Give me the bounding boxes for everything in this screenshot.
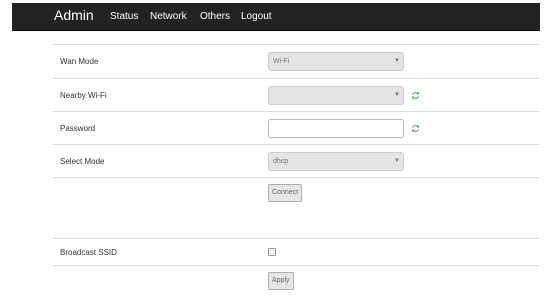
broadcast-ssid-row: Broadcast SSID [52,238,540,266]
apply-button[interactable]: Apply [268,272,294,290]
select-mode-row: Select Mode dhcp ▼ [52,144,540,178]
chevron-down-icon: ▼ [394,91,400,98]
nearby-wifi-select[interactable]: ▼ [268,85,404,105]
nav-network[interactable]: Network [150,11,187,22]
nearby-wifi-label: Nearby Wi-Fi [52,78,268,112]
network-settings-form: Wan Mode Wi-Fi ▼ Nearby Wi-Fi ▼ Password [52,44,540,296]
connect-button[interactable]: Connect [268,184,303,202]
brand-title[interactable]: Admin [54,7,94,23]
select-mode-value: dhcp [273,157,289,165]
nav-status[interactable]: Status [110,11,138,22]
wan-mode-label: Wan Mode [52,44,268,79]
password-input[interactable] [268,118,404,138]
select-mode-label: Select Mode [52,144,268,178]
select-mode-select[interactable]: dhcp ▼ [268,151,404,171]
wan-mode-row: Wan Mode Wi-Fi ▼ [52,44,540,79]
top-navbar: Admin Status Network Others Logout [12,3,540,31]
broadcast-ssid-label: Broadcast SSID [52,238,268,266]
refresh-icon[interactable] [411,124,420,133]
nav-others[interactable]: Others [200,11,230,22]
wan-mode-value: Wi-Fi [273,58,290,65]
refresh-icon[interactable] [411,91,420,100]
password-label: Password [52,111,268,145]
chevron-down-icon: ▼ [394,157,400,164]
broadcast-ssid-checkbox[interactable] [268,248,276,257]
password-row: Password [52,111,540,145]
nav-logout[interactable]: Logout [241,11,272,22]
wan-mode-select[interactable]: Wi-Fi ▼ [268,52,404,71]
chevron-down-icon: ▼ [394,58,400,64]
nearby-wifi-row: Nearby Wi-Fi ▼ [52,78,540,112]
connect-row: Connect [52,177,540,239]
apply-row: Apply [52,265,540,296]
